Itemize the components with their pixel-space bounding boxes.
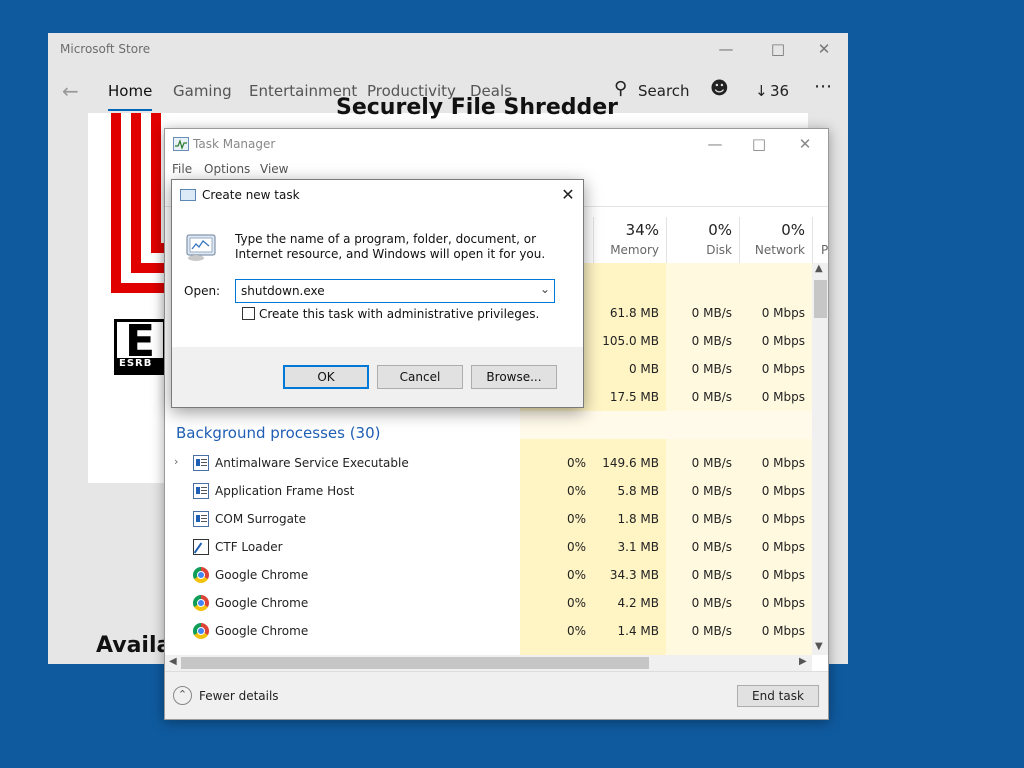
close-icon[interactable]: ✕ xyxy=(795,135,815,153)
menu-view[interactable]: View xyxy=(260,162,288,176)
menu-options[interactable]: Options xyxy=(204,162,250,176)
dialog-description: Type the name of a program, folder, docu… xyxy=(235,232,546,261)
tab-gaming[interactable]: Gaming xyxy=(173,82,232,100)
vertical-scrollbar[interactable] xyxy=(812,263,828,655)
chevron-up-icon[interactable]: ⌃ xyxy=(173,686,192,705)
close-icon[interactable]: ✕ xyxy=(556,183,580,207)
back-arrow-icon[interactable]: ← xyxy=(62,79,79,103)
column-disk[interactable]: 0% Disk xyxy=(666,217,739,263)
app-window-icon xyxy=(193,483,209,499)
expand-chevron-icon[interactable]: › xyxy=(174,455,178,468)
availability-heading: Availa xyxy=(96,633,172,658)
scroll-right-icon[interactable]: ▶ xyxy=(799,656,807,667)
user-icon[interactable]: ☻ xyxy=(710,78,729,99)
scroll-down-icon[interactable]: ▼ xyxy=(815,641,823,652)
group-header-bg xyxy=(520,411,812,439)
chrome-icon xyxy=(193,595,209,611)
download-icon[interactable]: ↓ xyxy=(755,82,768,100)
browse-button[interactable]: Browse... xyxy=(471,365,557,389)
ok-button[interactable]: OK xyxy=(283,365,369,389)
more-icon[interactable]: ⋯ xyxy=(814,76,832,97)
close-icon[interactable]: ✕ xyxy=(814,40,834,58)
column-power[interactable]: P xyxy=(812,217,828,263)
chrome-icon xyxy=(193,623,209,639)
column-network[interactable]: 0% Network xyxy=(739,217,812,263)
end-task-button[interactable]: End task xyxy=(737,685,819,707)
downloads-count[interactable]: 36 xyxy=(770,82,789,100)
horizontal-scroll-thumb[interactable] xyxy=(181,657,649,669)
run-program-icon xyxy=(186,234,216,261)
search-button[interactable]: Search xyxy=(638,82,690,100)
admin-privileges-label[interactable]: Create this task with administrative pri… xyxy=(259,307,539,321)
menu-file[interactable]: File xyxy=(172,162,192,176)
create-new-task-dialog: Create new task ✕ Type the name of a pro… xyxy=(171,179,584,408)
task-manager-icon xyxy=(173,137,189,151)
pen-icon xyxy=(193,539,209,555)
admin-privileges-checkbox[interactable] xyxy=(242,307,255,320)
open-input[interactable] xyxy=(236,280,526,302)
maximize-icon[interactable]: □ xyxy=(749,135,769,153)
cancel-button[interactable]: Cancel xyxy=(377,365,463,389)
table-row[interactable]: CTF Loader 0% 3.1 MB 0 MB/s 0 Mbps xyxy=(165,533,812,561)
open-combobox[interactable]: ⌄ xyxy=(235,279,555,303)
app-window-icon xyxy=(193,455,209,471)
app-window-icon xyxy=(193,511,209,527)
esrb-rating-icon: E ESRB xyxy=(114,319,166,375)
tab-home[interactable]: Home xyxy=(108,82,153,111)
minimize-icon[interactable]: — xyxy=(716,40,736,58)
table-row[interactable]: COM Surrogate 0% 1.8 MB 0 MB/s 0 Mbps xyxy=(165,505,812,533)
scroll-up-icon[interactable]: ▲ xyxy=(815,263,823,274)
fewer-details-link[interactable]: Fewer details xyxy=(199,689,279,703)
menu-bar: File Options View xyxy=(165,161,828,179)
app-title: Securely File Shredder xyxy=(336,95,619,120)
run-window-icon xyxy=(180,189,196,201)
open-label: Open: xyxy=(184,284,221,298)
table-row[interactable]: Application Frame Host 0% 5.8 MB 0 MB/s … xyxy=(165,477,812,505)
dialog-title: Create new task xyxy=(202,188,300,202)
chevron-down-icon[interactable]: ⌄ xyxy=(540,282,550,296)
store-title: Microsoft Store xyxy=(60,42,151,56)
column-memory[interactable]: 34% Memory xyxy=(593,217,666,263)
table-row[interactable]: › Antimalware Service Executable 0% 149.… xyxy=(165,449,812,477)
esrb-band: ESRB xyxy=(117,358,163,372)
table-row[interactable]: Google Chrome 0% 4.2 MB 0 MB/s 0 Mbps xyxy=(165,589,812,617)
table-row[interactable]: Google Chrome 0% 34.3 MB 0 MB/s 0 Mbps xyxy=(165,561,812,589)
vertical-scroll-thumb[interactable] xyxy=(814,280,827,318)
chrome-icon xyxy=(193,567,209,583)
background-processes-header[interactable]: Background processes (30) xyxy=(176,424,381,442)
table-row[interactable]: Google Chrome 0% 1.4 MB 0 MB/s 0 Mbps xyxy=(165,617,812,645)
maximize-icon[interactable]: □ xyxy=(768,40,788,58)
store-titlebar: Microsoft Store — □ ✕ xyxy=(48,33,848,67)
task-manager-title: Task Manager xyxy=(193,137,276,151)
scroll-left-icon[interactable]: ◀ xyxy=(169,656,177,667)
minimize-icon[interactable]: — xyxy=(705,135,725,153)
